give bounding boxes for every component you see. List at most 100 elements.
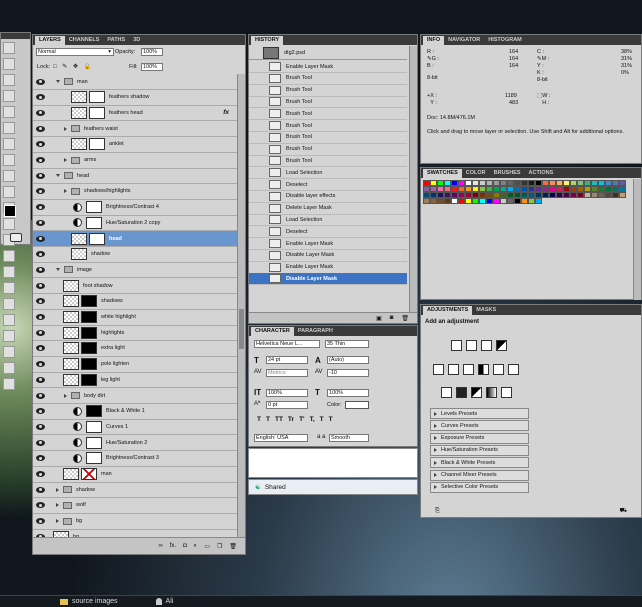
- history-scrollbar[interactable]: [409, 46, 417, 312]
- 3d-orbit-tool-icon[interactable]: [3, 346, 15, 358]
- baseline-input[interactable]: 0 pt: [266, 401, 308, 409]
- layer-mask-thumbnail[interactable]: [81, 295, 97, 308]
- visibility-eye-icon[interactable]: [36, 172, 45, 179]
- add-mask-icon[interactable]: ◘: [183, 543, 187, 549]
- color-swatch[interactable]: [458, 198, 465, 204]
- visibility-eye-icon[interactable]: [36, 282, 45, 289]
- expand-triangle-icon[interactable]: [434, 448, 437, 453]
- layer-row[interactable]: highlights: [33, 325, 237, 342]
- expand-triangle-icon[interactable]: [64, 393, 67, 398]
- type-style-button[interactable]: TT: [275, 416, 283, 423]
- new-group-icon[interactable]: ▭: [204, 543, 210, 550]
- visibility-eye-icon[interactable]: [36, 408, 45, 415]
- visibility-eye-icon[interactable]: [36, 298, 45, 305]
- layer-row[interactable]: image: [33, 262, 237, 279]
- lock-icons[interactable]: □ ✎ ✥ 🔒: [53, 63, 93, 70]
- expand-triangle-icon[interactable]: [434, 485, 437, 490]
- taskbar-item-ali[interactable]: Ali: [166, 598, 174, 605]
- swatches-scrollbar[interactable]: [633, 179, 641, 300]
- black-white-icon[interactable]: [478, 364, 489, 375]
- history-item[interactable]: Enable Layer Mask: [249, 61, 407, 73]
- layer-row[interactable]: head: [33, 168, 237, 185]
- photo-filter-icon[interactable]: [493, 364, 504, 375]
- layer-mask-thumbnail[interactable]: [89, 106, 105, 119]
- color-swatch[interactable]: [563, 192, 570, 198]
- layer-row[interactable]: Black & White 1: [33, 404, 237, 420]
- history-item[interactable]: Brush Tool: [249, 85, 407, 97]
- layer-row[interactable]: white highlight: [33, 310, 237, 326]
- tab-color[interactable]: COLOR: [462, 169, 490, 178]
- layer-row[interactable]: extra light: [33, 341, 237, 357]
- hand-tool-icon[interactable]: [3, 362, 15, 374]
- trash-icon[interactable]: 🗑: [401, 315, 409, 322]
- layer-row[interactable]: shadows/highlights: [33, 184, 237, 200]
- layer-thumbnail[interactable]: [63, 358, 79, 371]
- visibility-eye-icon[interactable]: [36, 314, 45, 320]
- visibility-eye-icon[interactable]: [36, 94, 45, 101]
- tab-paragraph[interactable]: PARAGRAPH: [294, 327, 337, 336]
- layer-mask-thumbnail[interactable]: [81, 342, 97, 355]
- color-swatch[interactable]: [556, 192, 563, 198]
- visibility-eye-icon[interactable]: [36, 486, 45, 493]
- visibility-eye-icon[interactable]: [36, 471, 45, 477]
- tab-swatches[interactable]: SWATCHES: [423, 169, 462, 178]
- type-style-button[interactable]: T: [320, 416, 324, 423]
- preset-item[interactable]: Black & White Presets: [430, 457, 529, 469]
- layer-row[interactable]: arms: [33, 153, 237, 169]
- layer-row[interactable]: shadow: [33, 482, 237, 499]
- type-style-button[interactable]: T,: [310, 416, 315, 423]
- color-balance-icon[interactable]: [463, 364, 474, 375]
- tab-masks[interactable]: MASKS: [472, 306, 500, 315]
- curves-icon[interactable]: [481, 340, 492, 351]
- lasso-tool-icon[interactable]: [3, 74, 15, 86]
- type-style-button[interactable]: T': [299, 416, 305, 423]
- fill-input[interactable]: 100%: [141, 63, 163, 71]
- layer-mask-thumbnail[interactable]: [86, 436, 102, 449]
- link-layers-icon[interactable]: ∞: [158, 543, 162, 549]
- color-swatch[interactable]: [598, 192, 605, 198]
- layer-mask-thumbnail[interactable]: [86, 420, 102, 433]
- history-item[interactable]: Brush Tool: [249, 108, 407, 121]
- tab-info[interactable]: INFO: [423, 36, 445, 45]
- invert-icon[interactable]: [441, 387, 452, 398]
- color-swatch[interactable]: [423, 198, 430, 204]
- mask-icon[interactable]: ⎘: [435, 508, 440, 515]
- expand-triangle-icon[interactable]: [64, 158, 67, 162]
- vertical-scale-input[interactable]: 100%: [266, 389, 308, 397]
- horizontal-scale-input[interactable]: 100%: [327, 389, 369, 397]
- visibility-eye-icon[interactable]: [36, 518, 45, 525]
- selective-color-icon[interactable]: [501, 387, 512, 398]
- history-item[interactable]: Load Selection: [249, 214, 407, 227]
- color-swatch[interactable]: [472, 198, 479, 204]
- color-swatch[interactable]: [549, 192, 556, 198]
- visibility-eye-icon[interactable]: [36, 376, 45, 383]
- exposure-icon[interactable]: [496, 340, 507, 351]
- layer-thumbnail[interactable]: [71, 232, 87, 245]
- layer-row[interactable]: head: [33, 231, 237, 247]
- color-swatch[interactable]: [493, 198, 500, 204]
- color-swatch[interactable]: [479, 198, 486, 204]
- marquee-tool-icon[interactable]: [3, 58, 15, 70]
- type-style-button[interactable]: T: [257, 416, 261, 423]
- layer-row[interactable]: Hue/Saturation 2: [33, 435, 237, 452]
- visibility-eye-icon[interactable]: [36, 235, 45, 242]
- color-swatch[interactable]: [584, 192, 591, 198]
- layer-row[interactable]: Curves 1: [33, 419, 237, 436]
- hue-saturation-icon[interactable]: [448, 364, 459, 375]
- threshold-icon[interactable]: [471, 387, 482, 398]
- layer-row[interactable]: feathers head fx: [33, 105, 237, 122]
- trash-icon[interactable]: 🗑: [229, 543, 237, 550]
- brightness-contrast-icon[interactable]: [451, 340, 462, 351]
- color-swatch[interactable]: [500, 198, 507, 204]
- color-swatch[interactable]: [528, 198, 535, 204]
- layer-mask-thumbnail[interactable]: [81, 468, 97, 480]
- layer-mask-thumbnail[interactable]: [86, 216, 102, 229]
- color-swatch[interactable]: [521, 198, 528, 204]
- layer-row[interactable]: feathers waist: [33, 121, 237, 138]
- layer-mask-thumbnail[interactable]: [89, 138, 105, 151]
- new-layer-icon[interactable]: ❐: [217, 543, 222, 550]
- visibility-eye-icon[interactable]: [36, 455, 45, 462]
- color-swatch[interactable]: [591, 192, 598, 198]
- layer-row[interactable]: body dirt: [33, 388, 237, 404]
- color-swatch[interactable]: [570, 192, 577, 198]
